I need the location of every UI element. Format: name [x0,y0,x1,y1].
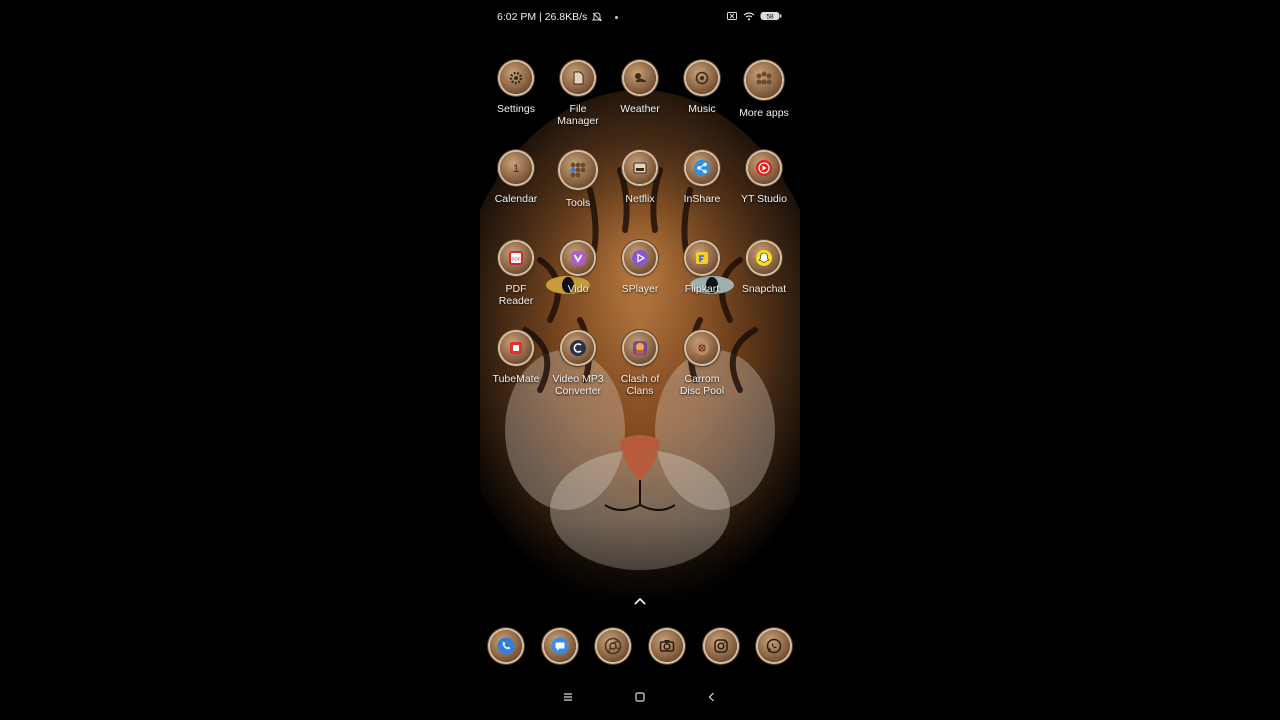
app-music[interactable]: Music [671,62,733,115]
phone-screen: 6:02 PM | 26.8KB/s 58 Settings File Mana… [480,0,800,720]
app-row-3: PDF PDF Reader Vido SPlayer Flipkart Sna… [485,242,795,322]
music-icon [686,62,718,94]
navigation-bar [480,686,800,710]
app-label: SPlayer [621,283,659,295]
app-label: Snapchat [741,283,787,295]
app-label: Weather [620,103,660,115]
clash-icon [624,332,656,364]
messages-icon[interactable] [544,630,576,662]
app-label: Carrom Disc Pool [679,373,725,397]
app-label: Video MP3 Converter [552,373,604,397]
app-calendar[interactable]: 1 Calendar [485,152,547,205]
tubemate-icon [500,332,532,364]
app-pdf-reader[interactable]: PDF PDF Reader [485,242,547,307]
calendar-icon: 1 [500,152,532,184]
phone-icon[interactable] [490,630,522,662]
status-left: 6:02 PM | 26.8KB/s [497,11,619,23]
svg-text:1: 1 [513,163,519,175]
menu-nav-icon[interactable] [561,690,575,704]
app-row-4: TubeMate Video MP3 Converter Clash of Cl… [485,332,795,412]
app-label: Clash of Clans [620,373,660,397]
converter-icon [562,332,594,364]
app-inshare[interactable]: InShare [671,152,733,205]
app-label: Calendar [494,193,538,205]
status-time-speed: 6:02 PM | 26.8KB/s [497,11,588,23]
yt-studio-icon [748,152,780,184]
no-sim-icon [727,12,737,20]
folder-icon [560,152,596,188]
app-settings[interactable]: Settings [485,62,547,115]
app-label: Settings [497,103,535,115]
notification-dot-icon [615,15,619,19]
app-label: YT Studio [741,193,787,205]
app-snapchat[interactable]: Snapchat [733,242,795,295]
app-drawer-up-arrow-icon[interactable] [633,594,647,608]
app-label: Netflix [625,193,655,205]
back-nav-icon[interactable] [705,690,719,704]
battery-level: 58 [766,14,774,21]
vido-icon [562,242,594,274]
app-carrom-disc-pool[interactable]: Carrom Disc Pool [671,332,733,397]
play-icon [624,242,656,274]
whatsapp-icon[interactable] [758,630,790,662]
file-icon [562,62,594,94]
battery-icon: 58 [760,12,782,21]
pdf-icon: PDF [500,242,532,274]
app-splayer[interactable]: SPlayer [609,242,671,295]
app-clash-of-clans[interactable]: Clash of Clans [609,332,671,397]
app-label: File Manager [557,103,599,127]
app-label: More apps [739,107,789,119]
app-file-manager[interactable]: File Manager [547,62,609,127]
app-video-mp3-converter[interactable]: Video MP3 Converter [547,332,609,397]
app-label: Tools [565,197,591,209]
app-row-2: 1 Calendar Tools Netflix InShare YT Stud… [485,152,795,232]
chrome-icon[interactable] [597,630,629,662]
share-icon [686,152,718,184]
app-weather[interactable]: Weather [609,62,671,115]
status-bar: 6:02 PM | 26.8KB/s 58 [480,0,800,36]
carrom-icon [686,332,718,364]
camera-icon[interactable] [651,630,683,662]
app-tubemate[interactable]: TubeMate [485,332,547,385]
app-yt-studio[interactable]: YT Studio [733,152,795,205]
app-label: PDF Reader [498,283,534,307]
snapchat-icon [748,242,780,274]
app-label: Music [688,103,716,115]
app-row-1: Settings File Manager Weather Music More… [485,62,795,142]
mute-bell-icon [592,12,603,22]
app-label: InShare [683,193,721,205]
instagram-icon[interactable] [705,630,737,662]
gear-icon [500,62,532,94]
netflix-icon [624,152,656,184]
weather-icon [624,62,656,94]
app-label: TubeMate [492,373,540,385]
home-nav-icon[interactable] [633,690,647,704]
app-netflix[interactable]: Netflix [609,152,671,205]
svg-text:PDF: PDF [512,257,521,262]
status-right: 58 [726,10,782,22]
flipkart-icon [686,242,718,274]
app-label: Vido [567,283,589,295]
dock [480,630,800,670]
app-flipkart[interactable]: Flipkart [671,242,733,295]
wifi-icon [743,12,755,21]
app-tools-folder[interactable]: Tools [547,152,609,209]
app-more-apps-folder[interactable]: More apps [733,62,795,119]
app-label: Flipkart [684,283,720,295]
folder-icon [746,62,782,98]
app-vido[interactable]: Vido [547,242,609,295]
